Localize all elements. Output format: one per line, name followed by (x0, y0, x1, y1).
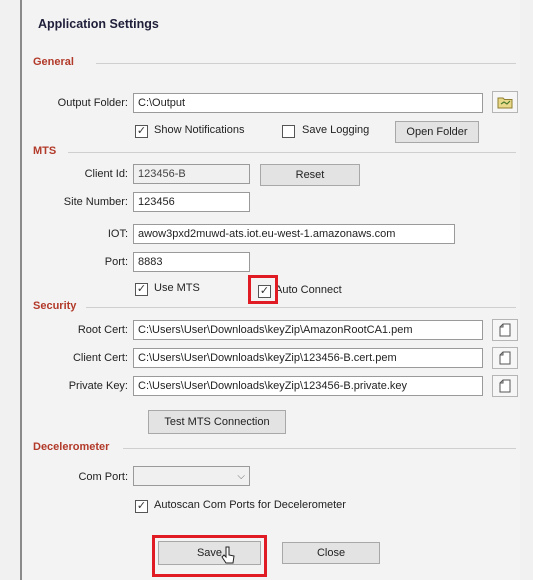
output-folder-input[interactable]: C:\Output (133, 93, 483, 113)
port-label: Port: (104, 256, 128, 268)
autoscan-label: Autoscan Com Ports for Decelerometer (154, 499, 346, 511)
browse-output-folder-button[interactable] (492, 91, 518, 113)
check-icon: ✓ (136, 500, 147, 512)
auto-connect-label: Auto Connect (275, 284, 342, 296)
port-input[interactable]: 8883 (133, 252, 250, 272)
com-port-select[interactable]: ⌵ (133, 466, 250, 486)
iot-input[interactable]: awow3pxd2muwd-ats.iot.eu-west-1.amazonaw… (133, 224, 455, 244)
section-security-label: Security (33, 300, 77, 312)
save-logging-label: Save Logging (302, 124, 370, 136)
autoscan-checkbox[interactable]: ✓ (135, 500, 148, 513)
folder-icon (497, 97, 513, 108)
browse-client-cert-button[interactable] (492, 347, 518, 369)
client-id-label: Client Id: (84, 168, 128, 180)
section-mts-label: MTS (33, 145, 57, 157)
show-notifications-label: Show Notifications (154, 124, 245, 136)
root-cert-input[interactable]: C:\Users\User\Downloads\keyZip\AmazonRoo… (133, 320, 483, 340)
reset-button[interactable]: Reset (260, 164, 360, 186)
section-decelerometer-label: Decelerometer (33, 441, 110, 453)
close-button[interactable]: Close (282, 542, 380, 564)
private-key-label: Private Key: (68, 380, 128, 392)
test-mts-connection-button[interactable]: Test MTS Connection (148, 410, 286, 434)
open-file-icon (499, 323, 511, 337)
save-logging-checkbox[interactable] (282, 125, 295, 138)
mouse-cursor-icon (221, 546, 235, 564)
client-id-field[interactable]: 123456-B (133, 164, 250, 184)
output-folder-label: Output Folder: (57, 97, 128, 109)
site-number-input[interactable]: 123456 (133, 192, 250, 212)
dialog-title: Application Settings (38, 17, 159, 31)
open-folder-button[interactable]: Open Folder (395, 121, 479, 143)
auto-connect-highlight (248, 275, 278, 304)
browse-root-cert-button[interactable] (492, 319, 518, 341)
section-general-label: General (33, 56, 74, 68)
open-file-icon (499, 379, 511, 393)
browse-private-key-button[interactable] (492, 375, 518, 397)
section-decelerometer-divider (123, 448, 516, 449)
check-icon: ✓ (136, 283, 147, 295)
section-mts-divider (68, 152, 516, 153)
section-security-divider (86, 307, 516, 308)
client-cert-input[interactable]: C:\Users\User\Downloads\keyZip\123456-B.… (133, 348, 483, 368)
site-number-label: Site Number: (63, 196, 128, 208)
use-mts-label: Use MTS (154, 282, 200, 294)
client-cert-label: Client Cert: (72, 352, 128, 364)
iot-label: IOT: (107, 228, 128, 240)
private-key-input[interactable]: C:\Users\User\Downloads\keyZip\123456-B.… (133, 376, 483, 396)
com-port-label: Com Port: (78, 471, 128, 483)
use-mts-checkbox[interactable]: ✓ (135, 283, 148, 296)
open-file-icon (499, 351, 511, 365)
check-icon: ✓ (136, 125, 147, 137)
section-general-divider (96, 63, 516, 64)
show-notifications-checkbox[interactable]: ✓ (135, 125, 148, 138)
chevron-down-icon: ⌵ (237, 471, 245, 482)
save-highlight (152, 535, 267, 577)
root-cert-label: Root Cert: (77, 324, 128, 336)
